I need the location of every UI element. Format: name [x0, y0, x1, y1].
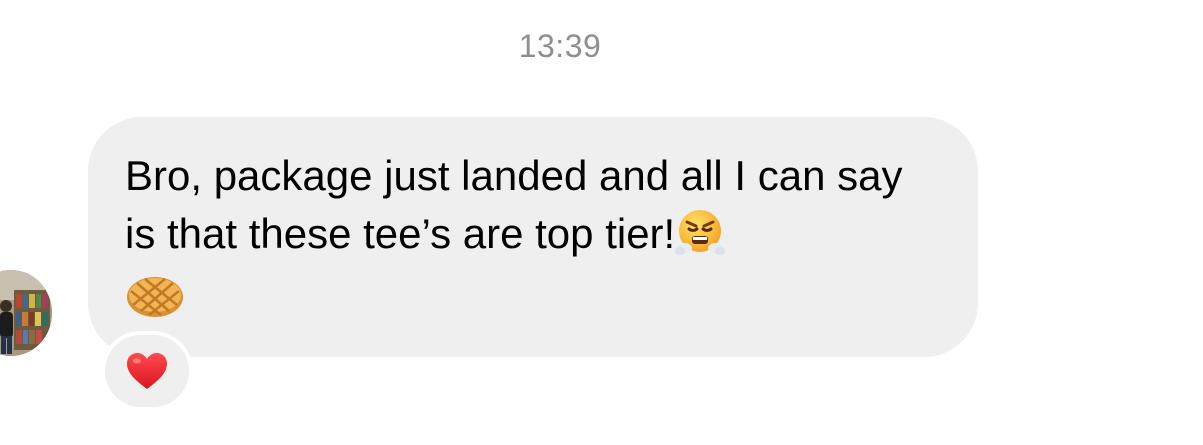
chat-screen: 13:39 Bro, package just landed and all I… — [0, 0, 1203, 445]
profile-photo-icon — [0, 270, 52, 356]
heart-reaction[interactable] — [101, 331, 193, 411]
face-with-steam-from-nose-icon — [675, 208, 726, 273]
sender-avatar[interactable] — [0, 270, 52, 356]
message-bubble[interactable]: Bro, package just landed and all I can s… — [88, 117, 978, 357]
red-heart-icon — [127, 353, 167, 389]
waffle-icon — [125, 275, 942, 324]
message-body: Bro, package just landed and all I can s… — [125, 152, 915, 257]
message-text: Bro, package just landed and all I can s… — [125, 147, 942, 273]
message-timestamp: 13:39 — [518, 28, 602, 64]
